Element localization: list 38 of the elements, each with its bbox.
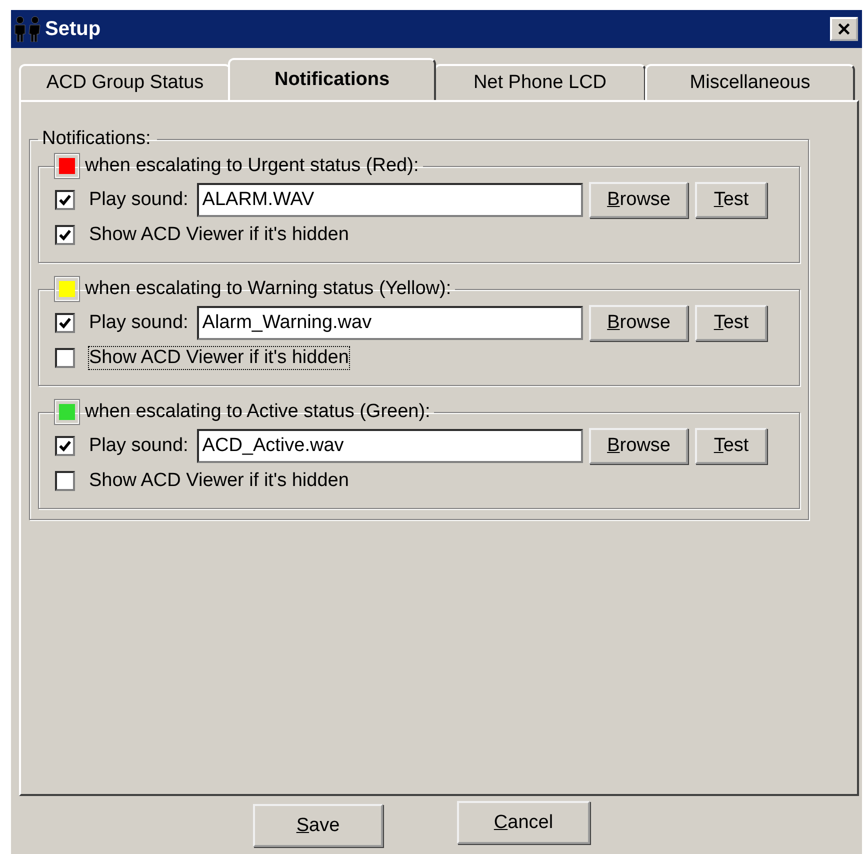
checkbox[interactable] (55, 436, 75, 456)
sound-file-field[interactable]: ACD_Active.wav (197, 429, 584, 463)
window-title: Setup (45, 18, 102, 40)
cancel-button[interactable]: Cancel (457, 801, 590, 844)
close-icon (838, 23, 850, 35)
checkbox[interactable] (55, 225, 75, 245)
close-button[interactable] (830, 17, 858, 41)
save-button[interactable]: Save (253, 804, 383, 847)
checkbox[interactable] (55, 190, 75, 210)
test-button[interactable]: Test (695, 428, 768, 464)
group-label: when escalating to Warning status (Yellow): (85, 278, 452, 300)
browse-button[interactable]: Browse (589, 182, 688, 218)
sound-file-field[interactable]: Alarm_Warning.wav (197, 306, 584, 340)
checkmark-icon (58, 316, 72, 330)
tab[interactable]: Net Phone LCD (434, 64, 646, 100)
checkmark-icon (58, 193, 72, 207)
checkbox-label: Play sound: (88, 434, 190, 458)
browse-button[interactable]: Browse (589, 305, 688, 341)
test-button[interactable]: Test (695, 182, 768, 218)
checkbox[interactable] (55, 471, 75, 491)
checkmark-icon (58, 439, 72, 453)
checkbox[interactable] (55, 313, 75, 333)
browse-button[interactable]: Browse (589, 428, 688, 464)
group-label: when escalating to Urgent status (Red): (85, 155, 419, 177)
checkbox-label: Play sound: (88, 311, 190, 335)
group-label: when escalating to Active status (Green): (85, 401, 430, 423)
sound-file-field[interactable]: ALARM.WAV (197, 183, 584, 217)
checkbox-label: Show ACD Viewer if it's hidden (88, 346, 350, 370)
tab[interactable]: Notifications (228, 58, 436, 100)
group-label: Notifications: (42, 128, 151, 150)
checkbox[interactable] (55, 348, 75, 368)
people-icon (13, 16, 43, 42)
checkbox-label: Play sound: (88, 188, 190, 212)
checkbox-label: Show ACD Viewer if it's hidden (88, 223, 350, 247)
checkmark-icon (58, 228, 72, 242)
tab[interactable]: Miscellaneous (645, 64, 855, 100)
checkbox-label: Show ACD Viewer if it's hidden (88, 469, 350, 493)
test-button[interactable]: Test (695, 305, 768, 341)
